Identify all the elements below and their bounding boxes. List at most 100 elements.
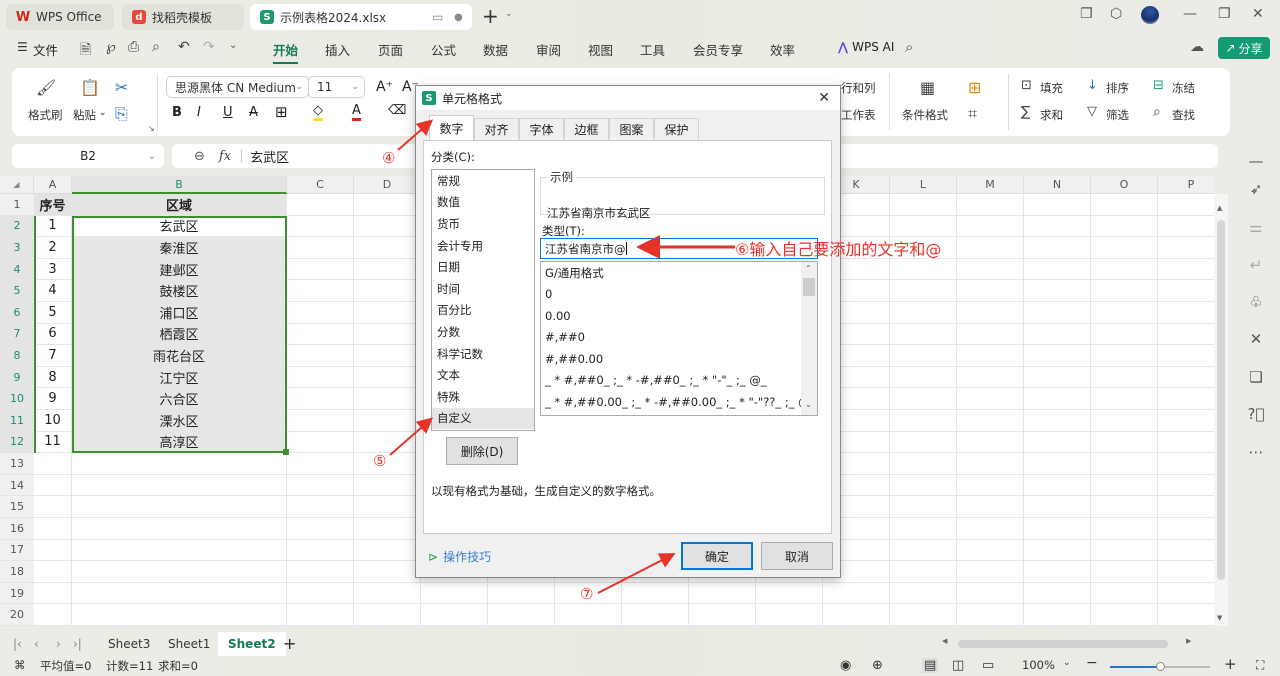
- ok-button[interactable]: 确定: [681, 542, 753, 570]
- clear-format-icon[interactable]: ⌫: [388, 103, 406, 118]
- column-header-a[interactable]: A: [34, 176, 72, 194]
- save-icon[interactable]: 🗎: [80, 39, 91, 63]
- font-size-select[interactable]: 11 ⌄: [308, 76, 365, 98]
- formula-value[interactable]: 玄武区: [250, 147, 289, 166]
- type-list-item[interactable]: 0.00: [541, 305, 817, 327]
- ai-design-icon[interactable]: ♧: [1246, 293, 1266, 311]
- column-header-b[interactable]: B: [72, 176, 287, 194]
- function-icon[interactable]: fx: [219, 149, 231, 164]
- dialog-tab-protection[interactable]: 保护: [654, 118, 699, 140]
- paste-dropdown-icon[interactable]: ⌄: [99, 108, 107, 118]
- cell-style-icon[interactable]: ⊞: [968, 78, 981, 97]
- conditional-format-button[interactable]: 条件格式: [902, 107, 948, 123]
- scrollbar-thumb[interactable]: [1217, 220, 1225, 580]
- page-break-view-icon[interactable]: ◫: [952, 658, 964, 673]
- type-list-item[interactable]: #,##0: [541, 327, 817, 349]
- transform-icon[interactable]: ↵: [1246, 256, 1266, 274]
- borders-icon[interactable]: ⊞: [275, 103, 288, 121]
- more-icon[interactable]: ⋯: [1246, 443, 1266, 461]
- row-header-20[interactable]: 20: [0, 604, 34, 626]
- minimize-icon[interactable]: —: [1183, 6, 1197, 22]
- find-button[interactable]: 查找: [1172, 107, 1195, 123]
- h-scrollbar-thumb[interactable]: [958, 640, 1168, 648]
- zoom-slider[interactable]: [1110, 662, 1210, 671]
- tips-link[interactable]: ⊳ 操作技巧: [428, 548, 491, 565]
- help-icon[interactable]: ?⃝: [1246, 405, 1266, 423]
- delete-button[interactable]: 删除(D): [446, 437, 518, 465]
- menu-tab-home[interactable]: 开始: [273, 40, 299, 64]
- dialog-tab-border[interactable]: 边框: [564, 118, 609, 140]
- font-name-select[interactable]: 思源黑体 CN Medium ⌄: [166, 76, 309, 98]
- menu-tab-efficiency[interactable]: 效率: [770, 40, 795, 59]
- type-list-item[interactable]: G/通用格式: [541, 262, 817, 284]
- row-header-3[interactable]: 3: [0, 237, 34, 259]
- filter-button[interactable]: 筛选: [1106, 107, 1129, 123]
- chevron-down-icon[interactable]: ⌄: [505, 9, 513, 19]
- select-cursor-icon[interactable]: ➶: [1246, 180, 1266, 198]
- close-window-icon[interactable]: ✕: [1252, 6, 1264, 22]
- cut-icon[interactable]: ✂: [115, 78, 128, 97]
- type-list-item[interactable]: _ * #,##0_ ;_ * -#,##0_ ;_ * "-"_ ;_ @_: [541, 370, 817, 392]
- column-header-o[interactable]: O: [1091, 176, 1158, 194]
- row-header-19[interactable]: 19: [0, 582, 34, 605]
- print-icon[interactable]: ⎙: [128, 39, 139, 55]
- row-header-9[interactable]: 9: [0, 366, 34, 389]
- fill-icon[interactable]: ⊡: [1021, 78, 1032, 93]
- scroll-left-icon[interactable]: ◀: [942, 637, 947, 645]
- category-item[interactable]: 会计专用: [432, 235, 534, 257]
- zoom-slider-handle[interactable]: [1156, 662, 1165, 671]
- zoom-level[interactable]: 100%: [1022, 658, 1055, 672]
- category-item[interactable]: 日期: [432, 256, 534, 278]
- italic-button[interactable]: I: [197, 105, 201, 120]
- header-cell[interactable]: 序号: [34, 194, 72, 216]
- vertical-scrollbar[interactable]: ▲ ▼: [1214, 194, 1228, 626]
- restore-icon[interactable]: ❐: [1218, 6, 1231, 22]
- row-header-4[interactable]: 4: [0, 258, 34, 281]
- share-button[interactable]: ↗ 分享: [1218, 37, 1270, 59]
- menu-file[interactable]: 文件: [33, 40, 58, 59]
- last-sheet-icon[interactable]: ›|: [73, 637, 82, 651]
- dialog-titlebar[interactable]: S 单元格格式 ✕: [416, 86, 840, 110]
- dialog-tab-pattern[interactable]: 图案: [609, 118, 654, 140]
- row-header-2[interactable]: 2: [0, 215, 34, 238]
- copy-icon[interactable]: ⎘: [115, 104, 128, 124]
- paste-button[interactable]: 粘贴: [73, 107, 96, 123]
- cloud-icon[interactable]: ☁: [1190, 39, 1204, 55]
- tab-docer-templates[interactable]: d 找稻壳模板: [122, 4, 244, 30]
- wps-ai-button[interactable]: ⋀ WPS AI: [838, 40, 894, 54]
- sheet-tab-sheet1[interactable]: Sheet1: [158, 632, 220, 656]
- sum-icon[interactable]: ∑: [1021, 104, 1030, 120]
- column-header-l[interactable]: L: [890, 176, 957, 194]
- worksheet-button[interactable]: 工作表: [841, 107, 876, 123]
- page-layout-view-icon[interactable]: ▭: [982, 658, 994, 673]
- add-sheet-button[interactable]: +: [283, 634, 296, 653]
- format-painter-icon[interactable]: 🖌: [36, 78, 56, 97]
- next-sheet-icon[interactable]: ›: [56, 637, 61, 651]
- dialog-tab-number[interactable]: 数字: [429, 115, 474, 141]
- strikethrough-button[interactable]: A: [249, 105, 258, 120]
- column-header-c[interactable]: C: [287, 176, 354, 194]
- sort-button[interactable]: 排序: [1106, 80, 1129, 96]
- category-item[interactable]: 文本: [432, 364, 534, 386]
- header-cell[interactable]: 区域: [72, 194, 287, 216]
- fill-color-icon[interactable]: ◇: [313, 103, 323, 121]
- new-tab-button[interactable]: +: [482, 4, 499, 28]
- menu-tab-page[interactable]: 页面: [378, 40, 403, 59]
- row-header-6[interactable]: 6: [0, 302, 34, 324]
- type-list-scrollbar[interactable]: ⌃ ⌄: [801, 262, 817, 415]
- sum-button[interactable]: 求和: [1040, 107, 1063, 123]
- select-all-corner[interactable]: ◢: [0, 176, 34, 194]
- type-list-item[interactable]: 0: [541, 284, 817, 306]
- menu-tab-insert[interactable]: 插入: [325, 40, 350, 59]
- category-item[interactable]: 科学记数: [432, 343, 534, 365]
- category-item[interactable]: 自定义: [432, 407, 534, 430]
- row-header-15[interactable]: 15: [0, 496, 34, 518]
- collapse-panel-icon[interactable]: —: [1246, 152, 1266, 170]
- name-box[interactable]: B2 ⌄: [12, 144, 164, 168]
- close-icon[interactable]: ✕: [818, 90, 830, 106]
- font-color-icon[interactable]: A: [352, 103, 361, 121]
- scroll-down-icon[interactable]: ⌄: [805, 400, 812, 409]
- view-options-icon[interactable]: ⊕: [872, 658, 883, 673]
- fill-button[interactable]: 填充: [1040, 80, 1063, 96]
- category-item[interactable]: 百分比: [432, 300, 534, 322]
